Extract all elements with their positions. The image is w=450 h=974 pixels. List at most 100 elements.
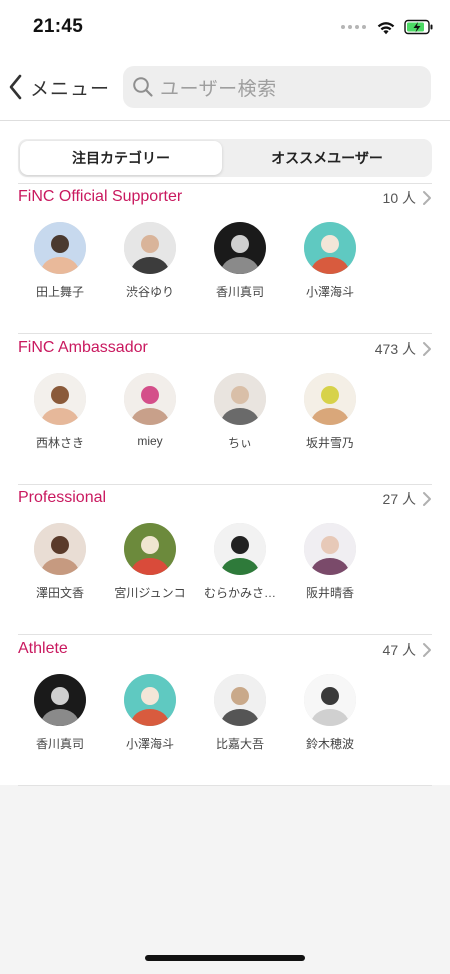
chevron-right-icon: [423, 191, 431, 205]
user-item[interactable]: 阪井晴香: [285, 523, 375, 613]
category-header[interactable]: FiNC Official Supporter 10 人: [18, 184, 432, 212]
user-item[interactable]: 香川真司: [15, 674, 105, 764]
avatar-photo: [304, 523, 356, 575]
status-icons: [341, 18, 434, 36]
avatar-photo: [124, 523, 176, 575]
user-item[interactable]: 澤田文香: [15, 523, 105, 613]
navigation-bar: メニュー ユーザー検索: [0, 52, 450, 120]
category-count: 47 人: [383, 640, 432, 660]
category-header[interactable]: Athlete 47 人: [18, 636, 432, 664]
search-icon: [133, 77, 153, 97]
user-name: 鈴木穂波: [305, 737, 354, 751]
section-divider: [18, 785, 432, 786]
avatar-photo: [124, 674, 176, 726]
category-count-text: 47 人: [382, 642, 416, 658]
user-item[interactable]: 小澤海斗: [285, 222, 375, 312]
user-row: 田上舞子 渋谷ゆり 香川真司 小澤海斗: [18, 222, 432, 312]
avatar-photo: [34, 373, 86, 425]
category-section: FiNC Ambassador 473 人西林さき miey ちぃ 坂井雪乃: [18, 335, 432, 485]
chevron-right-icon: [423, 342, 431, 356]
user-item[interactable]: ちぃ: [195, 373, 285, 463]
user-name: 田上舞子: [35, 285, 84, 299]
user-name: ちぃ: [227, 436, 252, 450]
category-header[interactable]: FiNC Ambassador 473 人: [18, 335, 432, 363]
avatar: [34, 222, 86, 274]
avatar: [214, 222, 266, 274]
category-header[interactable]: Professional 27 人: [18, 485, 432, 513]
back-button[interactable]: メニュー: [8, 69, 110, 105]
user-item[interactable]: 香川真司: [195, 222, 285, 312]
category-section: Athlete 47 人香川真司 小澤海斗 比嘉大吾 鈴木穂波: [18, 636, 432, 786]
avatar-photo: [304, 674, 356, 726]
search-placeholder: ユーザー検索: [160, 78, 277, 100]
user-item[interactable]: むらかみさ…: [195, 523, 285, 613]
category-title: FiNC Official Supporter: [18, 188, 183, 205]
user-name: 阪井晴香: [305, 586, 354, 600]
avatar-photo: [34, 523, 86, 575]
section-divider: [18, 333, 432, 334]
user-item[interactable]: 小澤海斗: [105, 674, 195, 764]
avatar-photo: [214, 674, 266, 726]
user-item[interactable]: 比嘉大吾: [195, 674, 285, 764]
avatar-photo: [124, 222, 176, 274]
user-row: 澤田文香 宮川ジュンコ むらかみさ… 阪井晴香: [18, 523, 432, 613]
user-name: 小澤海斗: [125, 737, 174, 751]
category-count: 10 人: [383, 188, 432, 208]
avatar: [34, 373, 86, 425]
user-name: 香川真司: [215, 285, 264, 299]
category-title: Athlete: [18, 640, 68, 657]
category-count-text: 10 人: [382, 190, 416, 206]
user-name: 宮川ジュンコ: [114, 586, 186, 600]
category-title: Professional: [18, 489, 107, 506]
avatar-photo: [34, 222, 86, 274]
category-title: FiNC Ambassador: [18, 339, 148, 356]
user-item[interactable]: 渋谷ゆり: [105, 222, 195, 312]
main-content: 注目カテゴリー オススメユーザー FiNC Official Supporter…: [0, 121, 450, 786]
category-section: Professional 27 人澤田文香 宮川ジュンコ むらかみさ… 阪井晴香: [18, 485, 432, 635]
avatar: [304, 674, 356, 726]
user-name: 香川真司: [35, 737, 84, 751]
chevron-right-icon: [423, 643, 431, 657]
section-divider: [18, 634, 432, 635]
avatar: [214, 674, 266, 726]
user-item[interactable]: miey: [105, 373, 195, 463]
avatar: [124, 373, 176, 425]
user-name: むらかみさ…: [203, 586, 276, 600]
avatar: [214, 373, 266, 425]
user-name: 渋谷ゆり: [125, 285, 174, 299]
category-count-text: 473 人: [374, 341, 416, 357]
user-row: 西林さき miey ちぃ 坂井雪乃: [18, 373, 432, 463]
user-name: 坂井雪乃: [305, 436, 354, 450]
avatar: [34, 674, 86, 726]
tab-recommended-users[interactable]: オススメユーザー: [224, 141, 430, 175]
battery-charging-icon: [404, 19, 433, 35]
category-count-text: 27 人: [382, 491, 416, 507]
status-bar: 21:45: [0, 0, 450, 52]
avatar-photo: [214, 373, 266, 425]
avatar: [304, 523, 356, 575]
user-item[interactable]: 宮川ジュンコ: [105, 523, 195, 613]
category-count: 473 人: [375, 339, 432, 359]
avatar-photo: [34, 674, 86, 726]
segmented-control: 注目カテゴリー オススメユーザー: [18, 139, 432, 177]
user-item[interactable]: 鈴木穂波: [285, 674, 375, 764]
signal-icon: [341, 25, 366, 29]
avatar: [124, 523, 176, 575]
home-indicator: [145, 955, 305, 961]
avatar: [214, 523, 266, 575]
tab-featured-categories[interactable]: 注目カテゴリー: [20, 141, 222, 175]
user-name: 西林さき: [35, 436, 84, 450]
avatar-photo: [214, 222, 266, 274]
user-item[interactable]: 田上舞子: [15, 222, 105, 312]
user-name: 澤田文香: [35, 586, 84, 600]
user-name: miey: [137, 434, 163, 448]
chevron-right-icon: [423, 492, 431, 506]
user-item[interactable]: 西林さき: [15, 373, 105, 463]
user-name: 比嘉大吾: [215, 737, 264, 751]
avatar-photo: [304, 373, 356, 425]
avatar: [124, 222, 176, 274]
user-item[interactable]: 坂井雪乃: [285, 373, 375, 463]
avatar-photo: [124, 373, 176, 425]
avatar: [304, 222, 356, 274]
search-input[interactable]: ユーザー検索: [123, 66, 431, 108]
